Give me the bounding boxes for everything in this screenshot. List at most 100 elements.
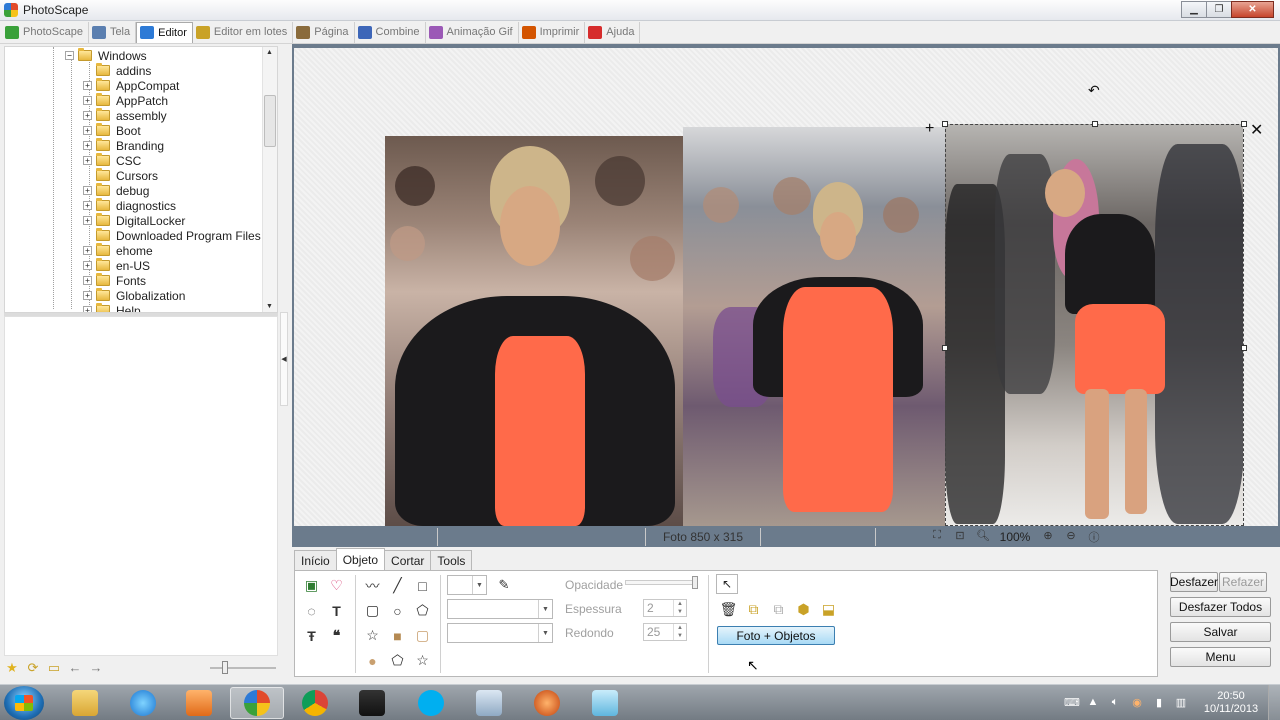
tree-item[interactable]: + diagnostics xyxy=(83,198,176,213)
tab-inicio[interactable]: Início xyxy=(294,550,337,570)
rotate-icon[interactable]: ↶ xyxy=(1088,82,1100,99)
taskbar-skype[interactable] xyxy=(404,687,458,719)
tab-editor[interactable]: Editor xyxy=(136,21,193,43)
speech-bubble-icon[interactable]: ◌ xyxy=(299,598,324,623)
scroll-down-icon[interactable]: ▼ xyxy=(266,303,273,310)
scroll-thumb[interactable] xyxy=(264,95,276,147)
select-arrow-icon[interactable]: ↖ xyxy=(716,574,738,594)
expand-icon[interactable]: + xyxy=(83,156,92,165)
line-icon[interactable]: ╱ xyxy=(385,573,410,598)
resize-handle[interactable] xyxy=(942,345,948,351)
thumbnail-list[interactable] xyxy=(4,316,278,656)
fit-screen-icon[interactable]: ⛶ xyxy=(928,529,946,545)
style-select[interactable]: ▼ xyxy=(447,599,553,619)
pentagon-icon[interactable]: ⬠ xyxy=(410,598,435,623)
group-icon[interactable]: ⬢ xyxy=(791,599,816,619)
trash-icon[interactable]: 🗑︎ xyxy=(716,599,741,619)
slider-knob[interactable] xyxy=(692,576,698,589)
tree-item[interactable]: + ehome xyxy=(83,243,153,258)
expand-icon[interactable]: + xyxy=(83,111,92,120)
tab-anima-o-gif[interactable]: Animação Gif xyxy=(426,21,519,43)
resize-handle[interactable] xyxy=(1241,345,1247,351)
tree-item[interactable]: + DigitalLocker xyxy=(83,213,185,228)
tree-item[interactable]: + Fonts xyxy=(83,273,146,288)
color-select[interactable]: ▼ xyxy=(447,575,487,595)
thumbnail-size-slider[interactable] xyxy=(210,661,276,674)
taskbar-explorer[interactable] xyxy=(58,687,112,719)
tree-item[interactable]: + AppCompat xyxy=(83,78,179,93)
expand-icon[interactable]: + xyxy=(83,81,92,90)
filled-pentagon-icon[interactable]: ⬠ xyxy=(385,648,410,673)
maximize-button[interactable]: ❐ xyxy=(1206,1,1232,18)
stepper-arrows-icon[interactable]: ▲ ▼ xyxy=(673,624,686,640)
save-button[interactable]: Salvar xyxy=(1170,622,1271,642)
tree-item[interactable]: addins xyxy=(83,63,151,78)
tab-p-gina[interactable]: Página xyxy=(293,21,355,43)
photo-object-1[interactable] xyxy=(385,136,684,526)
start-button[interactable] xyxy=(4,686,44,720)
tree-item[interactable]: + Help xyxy=(83,303,141,312)
expand-icon[interactable]: + xyxy=(83,261,92,270)
tree-item[interactable]: + debug xyxy=(83,183,149,198)
tree-item[interactable]: Downloaded Program Files xyxy=(83,228,261,243)
rectangle-icon[interactable]: □ xyxy=(410,573,435,598)
taskbar-photoscape[interactable] xyxy=(230,687,284,719)
keyboard-icon[interactable]: ⌨ xyxy=(1064,696,1080,710)
tree-scrollbar[interactable]: ▲ ▼ xyxy=(262,47,277,312)
star-icon[interactable]: ☆ xyxy=(360,623,385,648)
copy-icon[interactable]: ⧉ xyxy=(766,599,791,619)
round-stepper[interactable]: 25 ▲ ▼ xyxy=(643,623,687,641)
tree-item[interactable]: + CSC xyxy=(83,153,141,168)
expand-icon[interactable]: + xyxy=(83,246,92,255)
volume-icon[interactable]: 🔈︎ xyxy=(1108,696,1122,710)
taskbar-media-player[interactable] xyxy=(172,687,226,719)
tab-imprimir[interactable]: Imprimir xyxy=(519,21,586,43)
tree-item[interactable]: + AppPatch xyxy=(83,93,168,108)
resize-handle[interactable] xyxy=(1241,121,1247,127)
taskbar-chrome[interactable] xyxy=(288,687,342,719)
filled-rounded-rectangle-icon[interactable]: ▢ xyxy=(410,623,435,648)
text-box-icon[interactable]: Ŧ xyxy=(299,623,324,648)
tree-item[interactable]: Cursors xyxy=(83,168,158,183)
redo-button[interactable]: Refazer xyxy=(1219,572,1267,592)
close-icon[interactable]: ✕ xyxy=(1250,120,1263,140)
editor-canvas[interactable]: ↶ + ✕ xyxy=(294,48,1278,526)
favorite-star-icon[interactable]: ★ xyxy=(4,660,20,676)
refresh-icon[interactable]: ⟳ xyxy=(25,660,41,676)
tab-tools[interactable]: Tools xyxy=(430,550,473,570)
tab-editor-em-lotes[interactable]: Editor em lotes xyxy=(193,21,294,43)
forward-icon[interactable]: → xyxy=(88,660,104,676)
collapse-icon[interactable]: − xyxy=(65,51,74,60)
zoom-search-icon[interactable]: 🔍︎ xyxy=(974,529,992,545)
back-icon[interactable]: ← xyxy=(67,660,83,676)
resize-handle[interactable] xyxy=(942,121,948,127)
photo-object-2[interactable] xyxy=(683,127,945,526)
scroll-up-icon[interactable]: ▲ xyxy=(266,49,273,56)
plus-icon[interactable]: + xyxy=(925,120,934,138)
heart-icon[interactable]: ♡ xyxy=(324,573,349,598)
show-hidden-icons-icon[interactable]: ▲ xyxy=(1086,696,1100,710)
tab-objeto[interactable]: Objeto xyxy=(335,548,386,570)
tree-item[interactable]: + en-US xyxy=(83,258,150,273)
expand-icon[interactable]: + xyxy=(83,126,92,135)
photo-icon[interactable]: ▣ xyxy=(299,573,324,598)
folder-tree[interactable]: ▲ ▼ − Windows addins + AppCompat + AppPatch + as… xyxy=(4,46,278,313)
actual-size-icon[interactable]: ⊡ xyxy=(951,529,969,545)
taskbar-softpedia[interactable] xyxy=(520,687,574,719)
show-desktop-button[interactable] xyxy=(1268,685,1280,720)
zoom-out-icon[interactable]: ⊖ xyxy=(1062,529,1080,545)
eyedropper-icon[interactable]: ✎ xyxy=(495,577,513,593)
selection-box[interactable] xyxy=(942,121,1247,526)
tree-item[interactable]: + assembly xyxy=(83,108,167,123)
info-icon[interactable]: ⓘ xyxy=(1085,529,1103,545)
taskbar-paint[interactable] xyxy=(578,687,632,719)
slider-knob[interactable] xyxy=(222,661,228,674)
folder-open-icon[interactable]: ▭ xyxy=(46,660,62,676)
thickness-stepper[interactable]: 2 ▲ ▼ xyxy=(643,599,687,617)
chevron-down-icon[interactable]: ▼ xyxy=(538,624,552,642)
circle-icon[interactable]: ○ xyxy=(385,598,410,623)
filled-circle-icon[interactable]: ● xyxy=(360,648,385,673)
expand-icon[interactable]: + xyxy=(83,96,92,105)
layer-icon[interactable]: ⬓ xyxy=(816,599,841,619)
tab-photoscape[interactable]: PhotoScape xyxy=(2,21,89,43)
